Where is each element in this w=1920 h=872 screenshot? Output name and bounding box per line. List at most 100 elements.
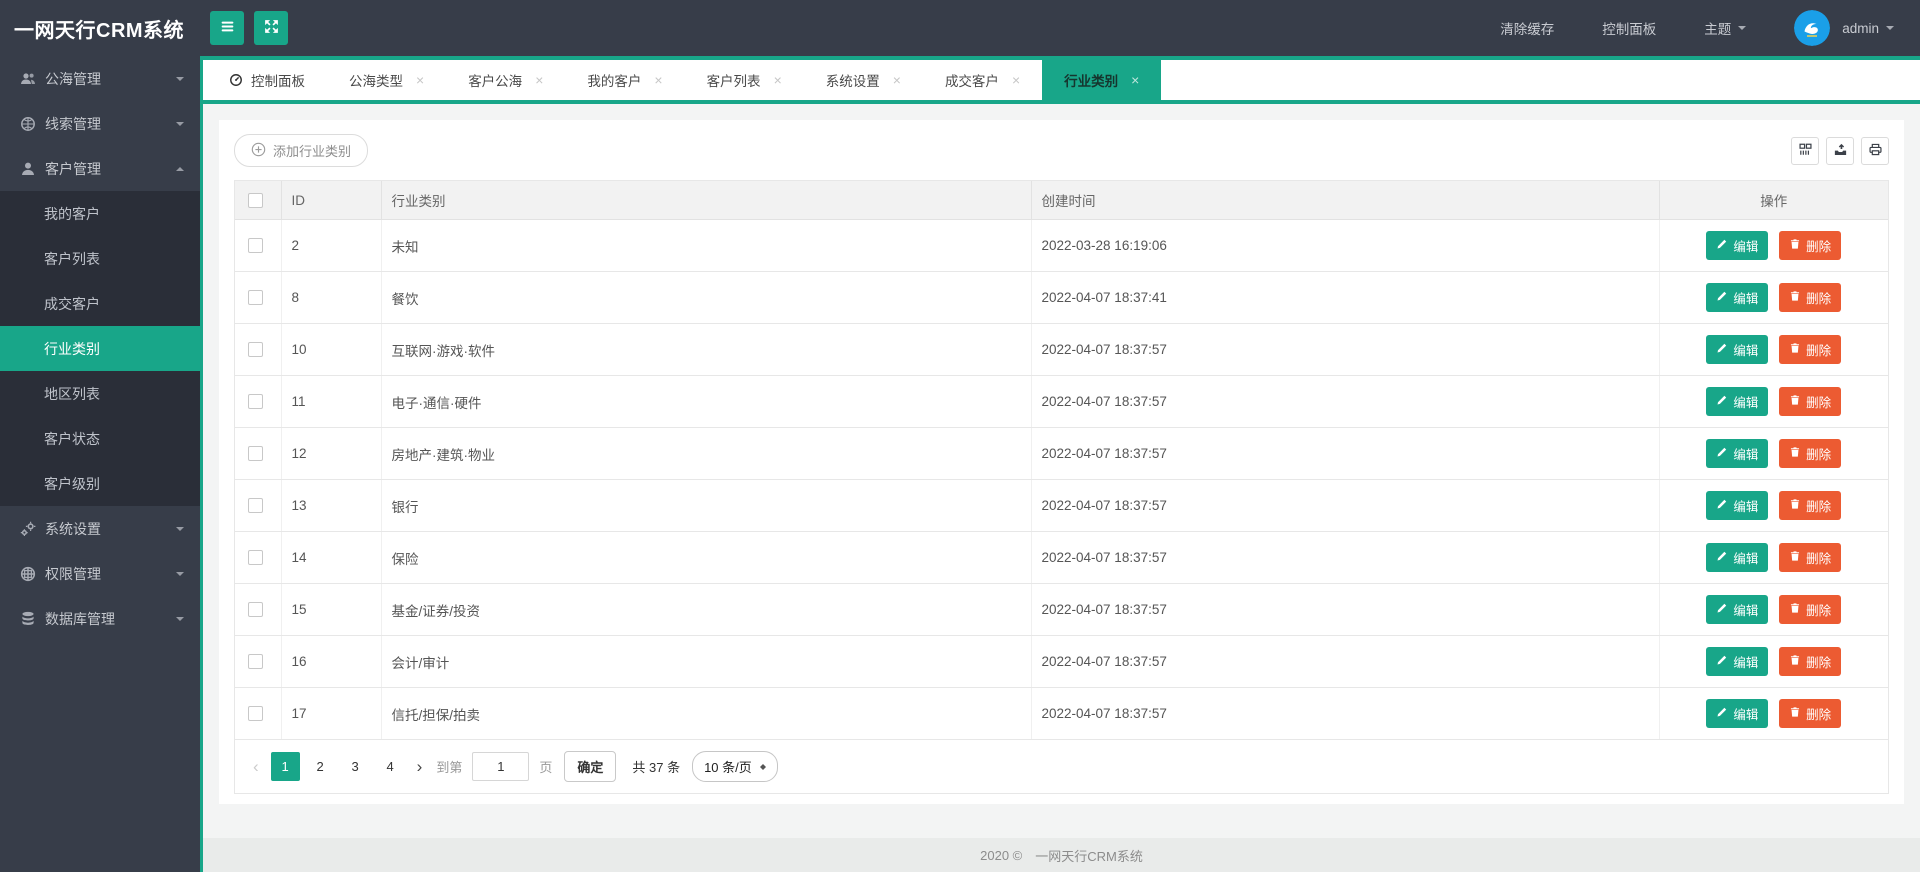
tab[interactable]: 成交客户 × bbox=[923, 60, 1042, 100]
close-icon[interactable]: × bbox=[416, 73, 424, 87]
sidebar-toggle-button[interactable] bbox=[210, 11, 244, 45]
delete-button[interactable]: 删除 bbox=[1779, 491, 1842, 520]
sidebar-item[interactable]: 客户状态 bbox=[0, 416, 200, 461]
cell-id: 13 bbox=[281, 479, 382, 532]
close-icon[interactable]: × bbox=[1012, 73, 1020, 87]
row-checkbox[interactable] bbox=[248, 498, 263, 514]
row-checkbox[interactable] bbox=[248, 342, 263, 358]
edit-button[interactable]: 编辑 bbox=[1706, 335, 1769, 364]
close-icon[interactable]: × bbox=[893, 73, 901, 87]
delete-button[interactable]: 删除 bbox=[1779, 387, 1842, 416]
confirm-button[interactable]: 确定 bbox=[564, 751, 617, 782]
page-size-select[interactable]: 10 条/页 bbox=[692, 751, 778, 782]
tab[interactable]: 客户列表 × bbox=[685, 60, 804, 100]
edit-button[interactable]: 编辑 bbox=[1706, 491, 1769, 520]
username-dropdown[interactable]: admin bbox=[1842, 21, 1894, 36]
delete-button[interactable]: 删除 bbox=[1779, 335, 1842, 364]
delete-button[interactable]: 删除 bbox=[1779, 439, 1842, 468]
sidebar-item[interactable]: 行业类别 bbox=[0, 326, 200, 371]
edit-button[interactable]: 编辑 bbox=[1706, 595, 1769, 624]
row-checkbox[interactable] bbox=[248, 706, 263, 722]
pencil-icon bbox=[1716, 290, 1728, 305]
tab[interactable]: 行业类别 × bbox=[1042, 60, 1162, 100]
close-icon[interactable]: × bbox=[1131, 73, 1139, 87]
edit-button[interactable]: 编辑 bbox=[1706, 647, 1769, 676]
tab-label: 成交客户 bbox=[944, 74, 999, 89]
delete-label: 删除 bbox=[1806, 292, 1832, 306]
sidebar-item[interactable]: 客户管理 bbox=[0, 146, 200, 191]
theme-menu[interactable]: 主题 bbox=[1704, 18, 1747, 38]
delete-button[interactable]: 删除 bbox=[1779, 283, 1842, 312]
tab-label: 行业类别 bbox=[1064, 74, 1119, 89]
table-row: 15 基金/证券/投资 2022-04-07 18:37:57 编辑 删除 bbox=[235, 583, 1888, 636]
select-all-checkbox[interactable] bbox=[248, 192, 263, 208]
edit-button[interactable]: 编辑 bbox=[1706, 283, 1769, 312]
sidebar-item[interactable]: 地区列表 bbox=[0, 371, 200, 416]
add-category-button[interactable]: 添加行业类别 bbox=[234, 134, 369, 167]
cell-id: 15 bbox=[281, 583, 382, 636]
prev-page-button[interactable]: ‹ bbox=[247, 757, 265, 777]
tab[interactable]: 系统设置 × bbox=[804, 60, 923, 100]
page-number-button[interactable]: 4 bbox=[376, 752, 405, 781]
close-icon[interactable]: × bbox=[535, 73, 543, 87]
close-icon[interactable]: × bbox=[654, 73, 662, 87]
row-checkbox[interactable] bbox=[248, 290, 263, 306]
edit-button[interactable]: 编辑 bbox=[1706, 439, 1769, 468]
sidebar: 公海管理 线索管理 客户管理 我的客户 客户列表 成交客户 行业类别 地区列表 … bbox=[0, 56, 200, 872]
row-checkbox[interactable] bbox=[248, 238, 263, 254]
sidebar-item[interactable]: 数据库管理 bbox=[0, 596, 200, 641]
delete-button[interactable]: 删除 bbox=[1779, 543, 1842, 572]
row-checkbox[interactable] bbox=[248, 602, 263, 618]
sidebar-item[interactable]: 系统设置 bbox=[0, 506, 200, 551]
trash-icon bbox=[1789, 654, 1801, 669]
sidebar-item[interactable]: 权限管理 bbox=[0, 551, 200, 596]
page-number-button[interactable]: 3 bbox=[341, 752, 370, 781]
delete-label: 删除 bbox=[1806, 448, 1832, 462]
sidebar-item[interactable]: 客户列表 bbox=[0, 236, 200, 281]
edit-button[interactable]: 编辑 bbox=[1706, 699, 1769, 728]
dashboard-icon bbox=[229, 73, 243, 87]
sidebar-item-label: 地区列表 bbox=[44, 385, 100, 402]
sidebar-item[interactable]: 我的客户 bbox=[0, 191, 200, 236]
edit-button[interactable]: 编辑 bbox=[1706, 543, 1769, 572]
edit-button[interactable]: 编辑 bbox=[1706, 231, 1769, 260]
export-button[interactable] bbox=[1826, 136, 1854, 165]
sidebar-item[interactable]: 客户级别 bbox=[0, 461, 200, 506]
dashboard-link[interactable]: 控制面板 bbox=[1602, 18, 1656, 38]
close-icon[interactable]: × bbox=[774, 73, 782, 87]
delete-button[interactable]: 删除 bbox=[1779, 595, 1842, 624]
trash-icon bbox=[1789, 342, 1801, 357]
trash-icon bbox=[1789, 394, 1801, 409]
edit-button[interactable]: 编辑 bbox=[1706, 387, 1769, 416]
trash-icon bbox=[1789, 446, 1801, 461]
tab[interactable]: 我的客户 × bbox=[565, 60, 684, 100]
columns-button[interactable] bbox=[1791, 136, 1819, 165]
cell-created: 2022-04-07 18:37:57 bbox=[1031, 635, 1660, 688]
table-row: 10 互联网·游戏·软件 2022-04-07 18:37:57 编辑 删除 bbox=[235, 323, 1888, 376]
page-number-button[interactable]: 1 bbox=[270, 752, 300, 781]
goto-page-input[interactable] bbox=[472, 752, 530, 781]
row-checkbox[interactable] bbox=[248, 550, 263, 566]
clear-cache-link[interactable]: 清除缓存 bbox=[1500, 18, 1554, 38]
tab[interactable]: 客户公海 × bbox=[446, 60, 565, 100]
next-page-button[interactable]: › bbox=[411, 757, 429, 777]
sidebar-item[interactable]: 成交客户 bbox=[0, 281, 200, 326]
fullscreen-button[interactable] bbox=[254, 11, 288, 45]
delete-button[interactable]: 删除 bbox=[1779, 231, 1842, 260]
pagination: ‹ 1 2 3 4 › 到第 页 bbox=[235, 740, 1888, 793]
row-checkbox[interactable] bbox=[248, 394, 263, 410]
user-menu[interactable]: admin bbox=[1794, 10, 1894, 46]
tab[interactable]: 公海类型 × bbox=[327, 60, 446, 100]
sidebar-item[interactable]: 公海管理 bbox=[0, 56, 200, 101]
delete-button[interactable]: 删除 bbox=[1779, 647, 1842, 676]
row-checkbox[interactable] bbox=[248, 446, 263, 462]
tab[interactable]: 控制面板 bbox=[207, 60, 327, 100]
delete-button[interactable]: 删除 bbox=[1779, 699, 1842, 728]
pencil-icon bbox=[1716, 498, 1728, 513]
avatar[interactable] bbox=[1794, 10, 1831, 46]
print-button[interactable] bbox=[1861, 136, 1889, 165]
row-checkbox[interactable] bbox=[248, 654, 263, 670]
edit-label: 编辑 bbox=[1733, 708, 1759, 722]
page-number-button[interactable]: 2 bbox=[306, 752, 335, 781]
sidebar-item[interactable]: 线索管理 bbox=[0, 101, 200, 146]
